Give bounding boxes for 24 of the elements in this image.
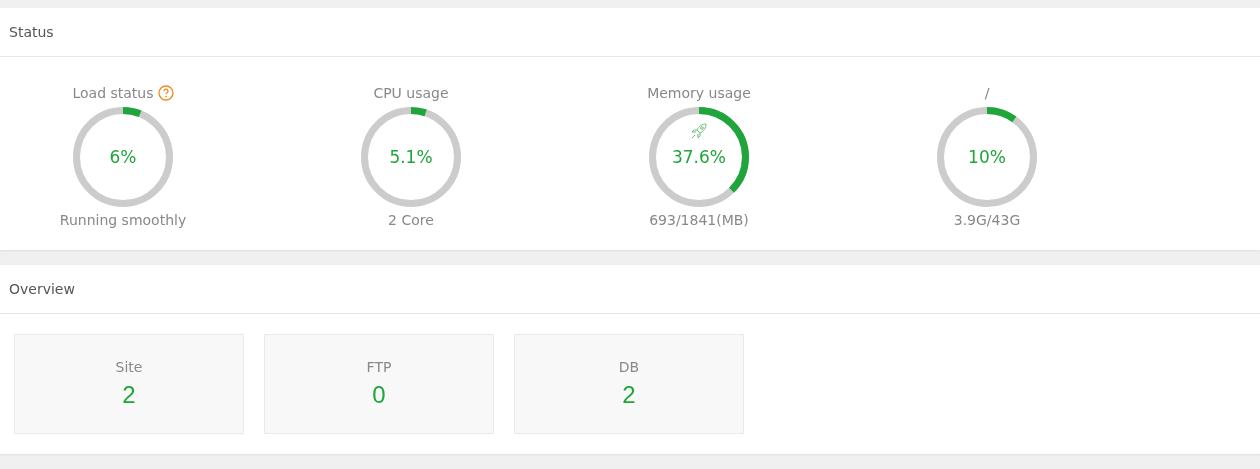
card-label: Site [115,359,143,375]
gauge-value: 37.6% [672,147,726,167]
gauge-label: / [984,85,990,101]
gauge-caption: 3.9G/43G [953,212,1021,228]
help-icon[interactable] [157,85,174,101]
card-value: 2 [122,381,136,409]
gauge-value: 10% [968,147,1006,167]
card-label: DB [618,359,640,375]
panel-title: Overview [9,281,75,297]
card-value: 0 [372,381,386,409]
gauge-label: Load status [72,85,154,101]
stat-card[interactable]: DB 2 [514,334,744,434]
gauge-caption: 693/1841(MB) [649,212,749,228]
gauge-value: 5.1% [389,147,433,167]
stat-card[interactable]: Site 2 [14,334,244,434]
panel-title: Status [9,24,54,40]
card-value: 2 [622,381,636,409]
card-label: FTP [366,359,392,375]
gauge-value: 6% [109,147,137,167]
stat-card[interactable]: FTP 0 [264,334,494,434]
gauge-label: CPU usage [373,85,449,101]
gauge-caption: Running smoothly [59,212,187,228]
gauge-label: Memory usage [647,85,751,101]
gauge-caption: 2 Core [388,212,434,228]
